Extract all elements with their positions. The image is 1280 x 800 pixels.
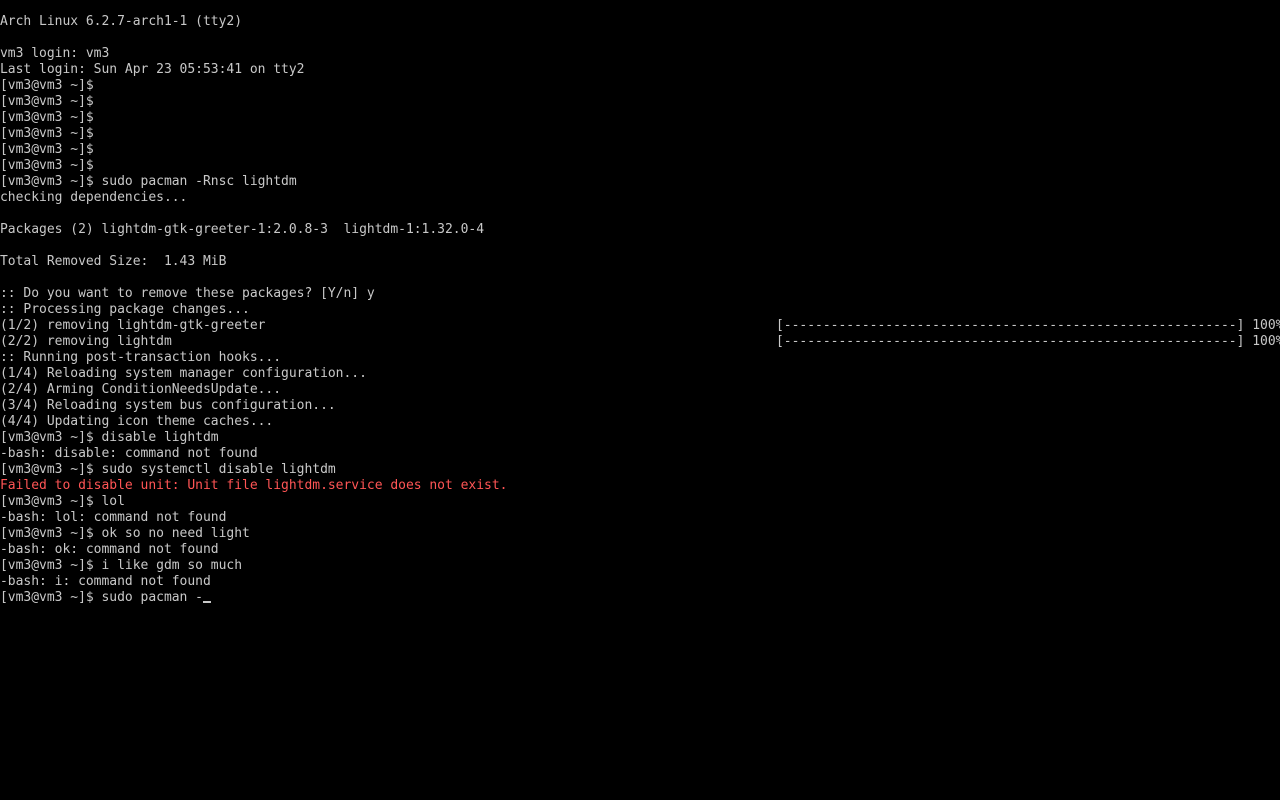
terminal-line: [vm3@vm3 ~]$ i like gdm so much [0,558,1280,574]
terminal-line-text: [vm3@vm3 ~]$ sudo pacman - [0,590,203,605]
terminal-line-text: -bash: i: command not found [0,574,211,589]
terminal-line: [vm3@vm3 ~]$ [0,110,1280,126]
terminal-line-text: -bash: lol: command not found [0,510,227,525]
terminal-line: checking dependencies... [0,190,1280,206]
terminal-line: (2/2) removing lightdm [-----------------… [0,334,1280,350]
terminal-line-text: Failed to disable unit: Unit file lightd… [0,478,508,493]
terminal-line: [vm3@vm3 ~]$ sudo pacman -Rnsc lightdm [0,174,1280,190]
terminal-line-text: [vm3@vm3 ~]$ ok so no need light [0,526,250,541]
error-line: Failed to disable unit: Unit file lightd… [0,478,1280,494]
terminal-line-text: [vm3@vm3 ~]$ sudo pacman -Rnsc lightdm [0,174,297,189]
terminal-line-text: (1/2) removing lightdm-gtk-greeter [0,318,266,333]
terminal-line: [vm3@vm3 ~]$ sudo systemctl disable ligh… [0,462,1280,478]
terminal-line: :: Running post-transaction hooks... [0,350,1280,366]
terminal-line-text: [vm3@vm3 ~]$ [0,126,94,141]
terminal-line: [vm3@vm3 ~]$ [0,94,1280,110]
terminal-line: [vm3@vm3 ~]$ disable lightdm [0,430,1280,446]
terminal-line-text: [vm3@vm3 ~]$ [0,78,94,93]
terminal-line-text: -bash: disable: command not found [0,446,258,461]
terminal-line-text: Total Removed Size: 1.43 MiB [0,254,227,269]
terminal-line-text: (2/2) removing lightdm [0,334,172,349]
terminal-line-text: -bash: ok: command not found [0,542,219,557]
terminal-line: :: Processing package changes... [0,302,1280,318]
terminal-line-text: (3/4) Reloading system bus configuration… [0,398,336,413]
terminal-line-text: (1/4) Reloading system manager configura… [0,366,367,381]
terminal-line-text: [vm3@vm3 ~]$ [0,142,94,157]
terminal-line: [vm3@vm3 ~]$ [0,78,1280,94]
terminal-line-text: [vm3@vm3 ~]$ [0,158,94,173]
terminal-line: Last login: Sun Apr 23 05:53:41 on tty2 [0,62,1280,78]
tty-console[interactable]: Arch Linux 6.2.7-arch1-1 (tty2) vm3 login… [0,14,1280,800]
terminal-line: [vm3@vm3 ~]$ [0,142,1280,158]
terminal-line-text: Arch Linux 6.2.7-arch1-1 (tty2) [0,14,243,29]
terminal-line: (1/4) Reloading system manager configura… [0,366,1280,382]
progress-bar: [---------------------------------------… [776,318,1280,333]
terminal-line: -bash: ok: command not found [0,542,1280,558]
terminal-line: (2/4) Arming ConditionNeedsUpdate... [0,382,1280,398]
terminal-line: Arch Linux 6.2.7-arch1-1 (tty2) [0,14,1280,30]
terminal-line-text: vm3 login: vm3 [0,46,110,61]
prompt-line: [vm3@vm3 ~]$ sudo pacman - [0,590,1280,606]
text-cursor [202,601,211,603]
terminal-line-text: :: Processing package changes... [0,302,250,317]
terminal-line: [vm3@vm3 ~]$ [0,126,1280,142]
terminal-line-text: Packages (2) lightdm-gtk-greeter-1:2.0.8… [0,222,485,237]
terminal-line: [vm3@vm3 ~]$ lol [0,494,1280,510]
terminal-line: [vm3@vm3 ~]$ ok so no need light [0,526,1280,542]
terminal-line: (1/2) removing lightdm-gtk-greeter [-----… [0,318,1280,334]
terminal-line-text: checking dependencies... [0,190,188,205]
terminal-line-text: [vm3@vm3 ~]$ i like gdm so much [0,558,243,573]
terminal-line: :: Do you want to remove these packages?… [0,286,1280,302]
terminal-line-text: [vm3@vm3 ~]$ [0,110,94,125]
terminal-line: Total Removed Size: 1.43 MiB [0,254,1280,270]
terminal-line: -bash: i: command not found [0,574,1280,590]
terminal-line: Packages (2) lightdm-gtk-greeter-1:2.0.8… [0,222,1280,238]
terminal-line-text: [vm3@vm3 ~]$ disable lightdm [0,430,219,445]
terminal-line-text: [vm3@vm3 ~]$ [0,94,94,109]
terminal-line-text: [vm3@vm3 ~]$ lol [0,494,125,509]
terminal-line: -bash: lol: command not found [0,510,1280,526]
terminal-line-text: (2/4) Arming ConditionNeedsUpdate... [0,382,282,397]
terminal-line-text: Last login: Sun Apr 23 05:53:41 on tty2 [0,62,305,77]
terminal-line: vm3 login: vm3 [0,46,1280,62]
terminal-line: (3/4) Reloading system bus configuration… [0,398,1280,414]
terminal-line: (4/4) Updating icon theme caches... [0,414,1280,430]
terminal-line: [vm3@vm3 ~]$ [0,158,1280,174]
terminal-line-text: :: Running post-transaction hooks... [0,350,282,365]
terminal-line: -bash: disable: command not found [0,446,1280,462]
terminal-line-text: (4/4) Updating icon theme caches... [0,414,274,429]
terminal-line-text: :: Do you want to remove these packages?… [0,286,375,301]
terminal-line-text: [vm3@vm3 ~]$ sudo systemctl disable ligh… [0,462,336,477]
progress-bar: [---------------------------------------… [776,334,1280,349]
